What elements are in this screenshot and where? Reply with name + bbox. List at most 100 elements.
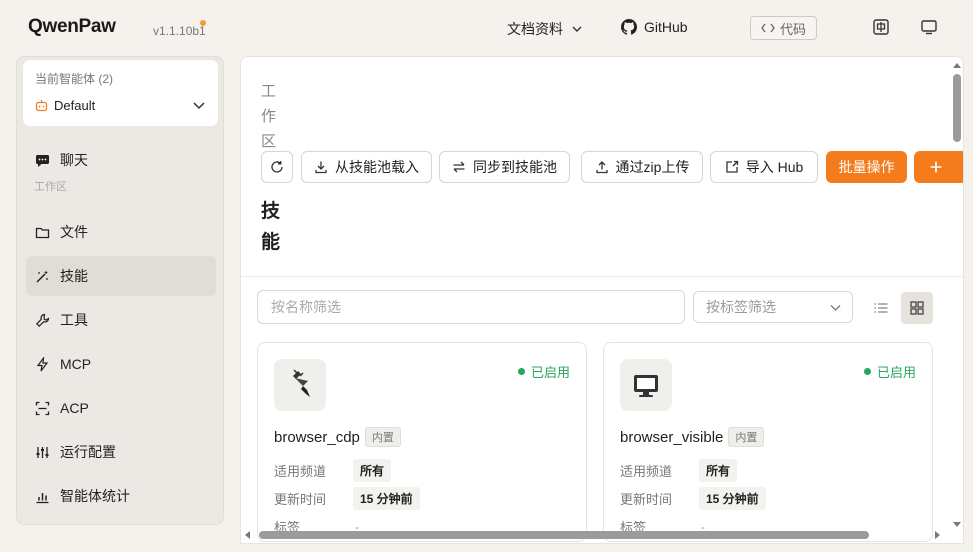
- skill-card[interactable]: 已启用 browser_visible 内置 适用频道 所有 更新时间 15 分…: [603, 342, 933, 542]
- sidebar-item-label: 运行配置: [60, 444, 116, 460]
- chevron-down-icon: [830, 305, 841, 311]
- channel-value: 所有: [353, 459, 392, 482]
- wrench-icon: [35, 313, 50, 327]
- sidebar-item-label: 技能: [60, 268, 88, 284]
- list-view-button[interactable]: [865, 292, 897, 324]
- swap-icon: [453, 161, 465, 173]
- status-dot: [517, 368, 525, 375]
- skill-card[interactable]: 已启用 browser_cdp 内置 适用频道 所有 更新时间 15 分钟前 标…: [257, 342, 587, 542]
- builtin-badge: 内置: [364, 427, 401, 447]
- agent-name-text: Default: [54, 98, 96, 113]
- updated-label: 更新时间: [274, 492, 327, 507]
- group-label-workspace: 工作区: [34, 181, 67, 193]
- chevron-down-icon: [572, 26, 582, 32]
- status-dot: [863, 368, 871, 375]
- upload-zip-button[interactable]: 通过zip上传: [581, 151, 703, 183]
- scroll-down-icon[interactable]: [953, 522, 961, 528]
- grid-view-button[interactable]: [901, 292, 933, 324]
- sidebar-item-label: 文件: [60, 224, 88, 240]
- chevron-down-icon[interactable]: [192, 98, 206, 112]
- skill-name-text: browser_visible: [620, 428, 724, 446]
- bar-chart-icon: [36, 492, 49, 503]
- github-link[interactable]: GitHub: [621, 19, 688, 35]
- upload-icon: [595, 161, 608, 174]
- breadcrumb: 工作区: [261, 83, 277, 150]
- version-label: v1.1.10b1: [153, 24, 206, 38]
- sidebar-item-files[interactable]: 文件: [26, 212, 216, 252]
- batch-operations-label: 批量操作: [838, 159, 895, 175]
- status-badge: 已启用: [517, 362, 570, 381]
- refresh-button[interactable]: [261, 151, 293, 183]
- vertical-scroll-thumb[interactable]: [953, 74, 961, 142]
- plug-icon: [293, 369, 310, 397]
- app-logo[interactable]: QwenPaw: [28, 16, 116, 38]
- sidebar-item-agent-stats[interactable]: 智能体统计: [26, 476, 216, 516]
- sidebar-item-label: ACP: [60, 400, 89, 416]
- sidebar-item-runtime-config[interactable]: 运行配置: [26, 432, 216, 472]
- sidebar: 当前智能体 (2) Default 聊天 工作区 文件 技能 工具 MCP AC…: [16, 56, 224, 525]
- vertical-scrollbar[interactable]: [951, 60, 963, 530]
- status-badge: 已启用: [863, 362, 916, 381]
- top-header: QwenPaw v1.1.10b1 文档资料 GitHub 代码: [0, 0, 973, 56]
- refresh-icon: [271, 161, 283, 173]
- list-icon: [874, 303, 888, 313]
- agent-selector[interactable]: 当前智能体 (2) Default: [22, 59, 219, 127]
- grid-icon: [910, 301, 924, 315]
- tag-filter-placeholder: 按标签筛选: [706, 299, 776, 315]
- updated-value: 15 分钟前: [699, 487, 766, 510]
- sidebar-item-label: 聊天: [60, 152, 88, 168]
- github-label: GitHub: [644, 19, 688, 35]
- folder-icon: [35, 227, 50, 238]
- scroll-right-icon[interactable]: [935, 531, 941, 539]
- horizontal-scroll-thumb[interactable]: [259, 531, 869, 539]
- external-edit-icon: [726, 160, 738, 173]
- monitor-icon: [634, 375, 658, 397]
- language-icon[interactable]: [872, 18, 890, 36]
- agent-name: Default: [35, 98, 95, 113]
- sidebar-item-label: MCP: [60, 356, 92, 372]
- upload-zip-label: 通过zip上传: [615, 159, 690, 175]
- docs-menu[interactable]: 文档资料: [507, 19, 583, 39]
- plus-icon: [930, 161, 942, 173]
- updated-value: 15 分钟前: [353, 487, 420, 510]
- sidebar-item-tools[interactable]: 工具: [26, 300, 216, 340]
- code-button[interactable]: 代码: [750, 16, 817, 40]
- skill-name-text: browser_cdp: [274, 428, 360, 446]
- status-text: 已启用: [876, 365, 916, 380]
- skill-icon-container: [620, 359, 672, 411]
- sync-to-pool-label: 同步到技能池: [473, 159, 557, 175]
- import-hub-button[interactable]: 导入 Hub: [710, 151, 818, 183]
- sidebar-item-mcp[interactable]: MCP: [26, 344, 216, 384]
- monitor-icon[interactable]: [920, 18, 938, 36]
- sidebar-item-acp[interactable]: ACP: [26, 388, 216, 428]
- update-dot: [200, 20, 206, 26]
- sidebar-item-label: 智能体统计: [60, 488, 130, 504]
- batch-operations-button[interactable]: 批量操作: [826, 151, 907, 183]
- name-filter-placeholder: 按名称筛选: [271, 299, 341, 315]
- skill-name: browser_cdp 内置: [274, 427, 401, 447]
- lightning-icon: [36, 356, 49, 371]
- load-from-pool-label: 从技能池载入: [335, 159, 419, 175]
- sidebar-item-label: 工具: [60, 312, 88, 328]
- scan-icon: [35, 401, 50, 415]
- channel-value: 所有: [699, 459, 738, 482]
- chat-icon: [36, 154, 49, 167]
- sidebar-item-skills[interactable]: 技能: [26, 256, 216, 296]
- import-hub-label: 导入 Hub: [745, 159, 804, 175]
- channel-row: 适用频道 所有: [620, 459, 738, 482]
- header-divider: [241, 276, 963, 277]
- horizontal-scrollbar[interactable]: [241, 529, 951, 541]
- robot-icon: [35, 100, 48, 112]
- load-from-pool-button[interactable]: 从技能池载入: [301, 151, 432, 183]
- skill-name: browser_visible 内置: [620, 427, 765, 447]
- updated-row: 更新时间 15 分钟前: [274, 487, 420, 510]
- sync-to-pool-button[interactable]: 同步到技能池: [439, 151, 570, 183]
- github-icon: [621, 19, 637, 35]
- main-panel: 工作区 从技能池载入 同步到技能池 通过zip上传 导入 Hub 批量操作 技能…: [240, 56, 964, 544]
- tag-filter-select[interactable]: 按标签筛选: [693, 291, 853, 323]
- name-filter-input[interactable]: 按名称筛选: [257, 290, 685, 324]
- docs-label: 文档资料: [507, 21, 563, 37]
- sidebar-item-chat[interactable]: 聊天: [26, 140, 216, 180]
- scroll-left-icon[interactable]: [244, 531, 250, 539]
- scroll-up-icon[interactable]: [953, 62, 961, 68]
